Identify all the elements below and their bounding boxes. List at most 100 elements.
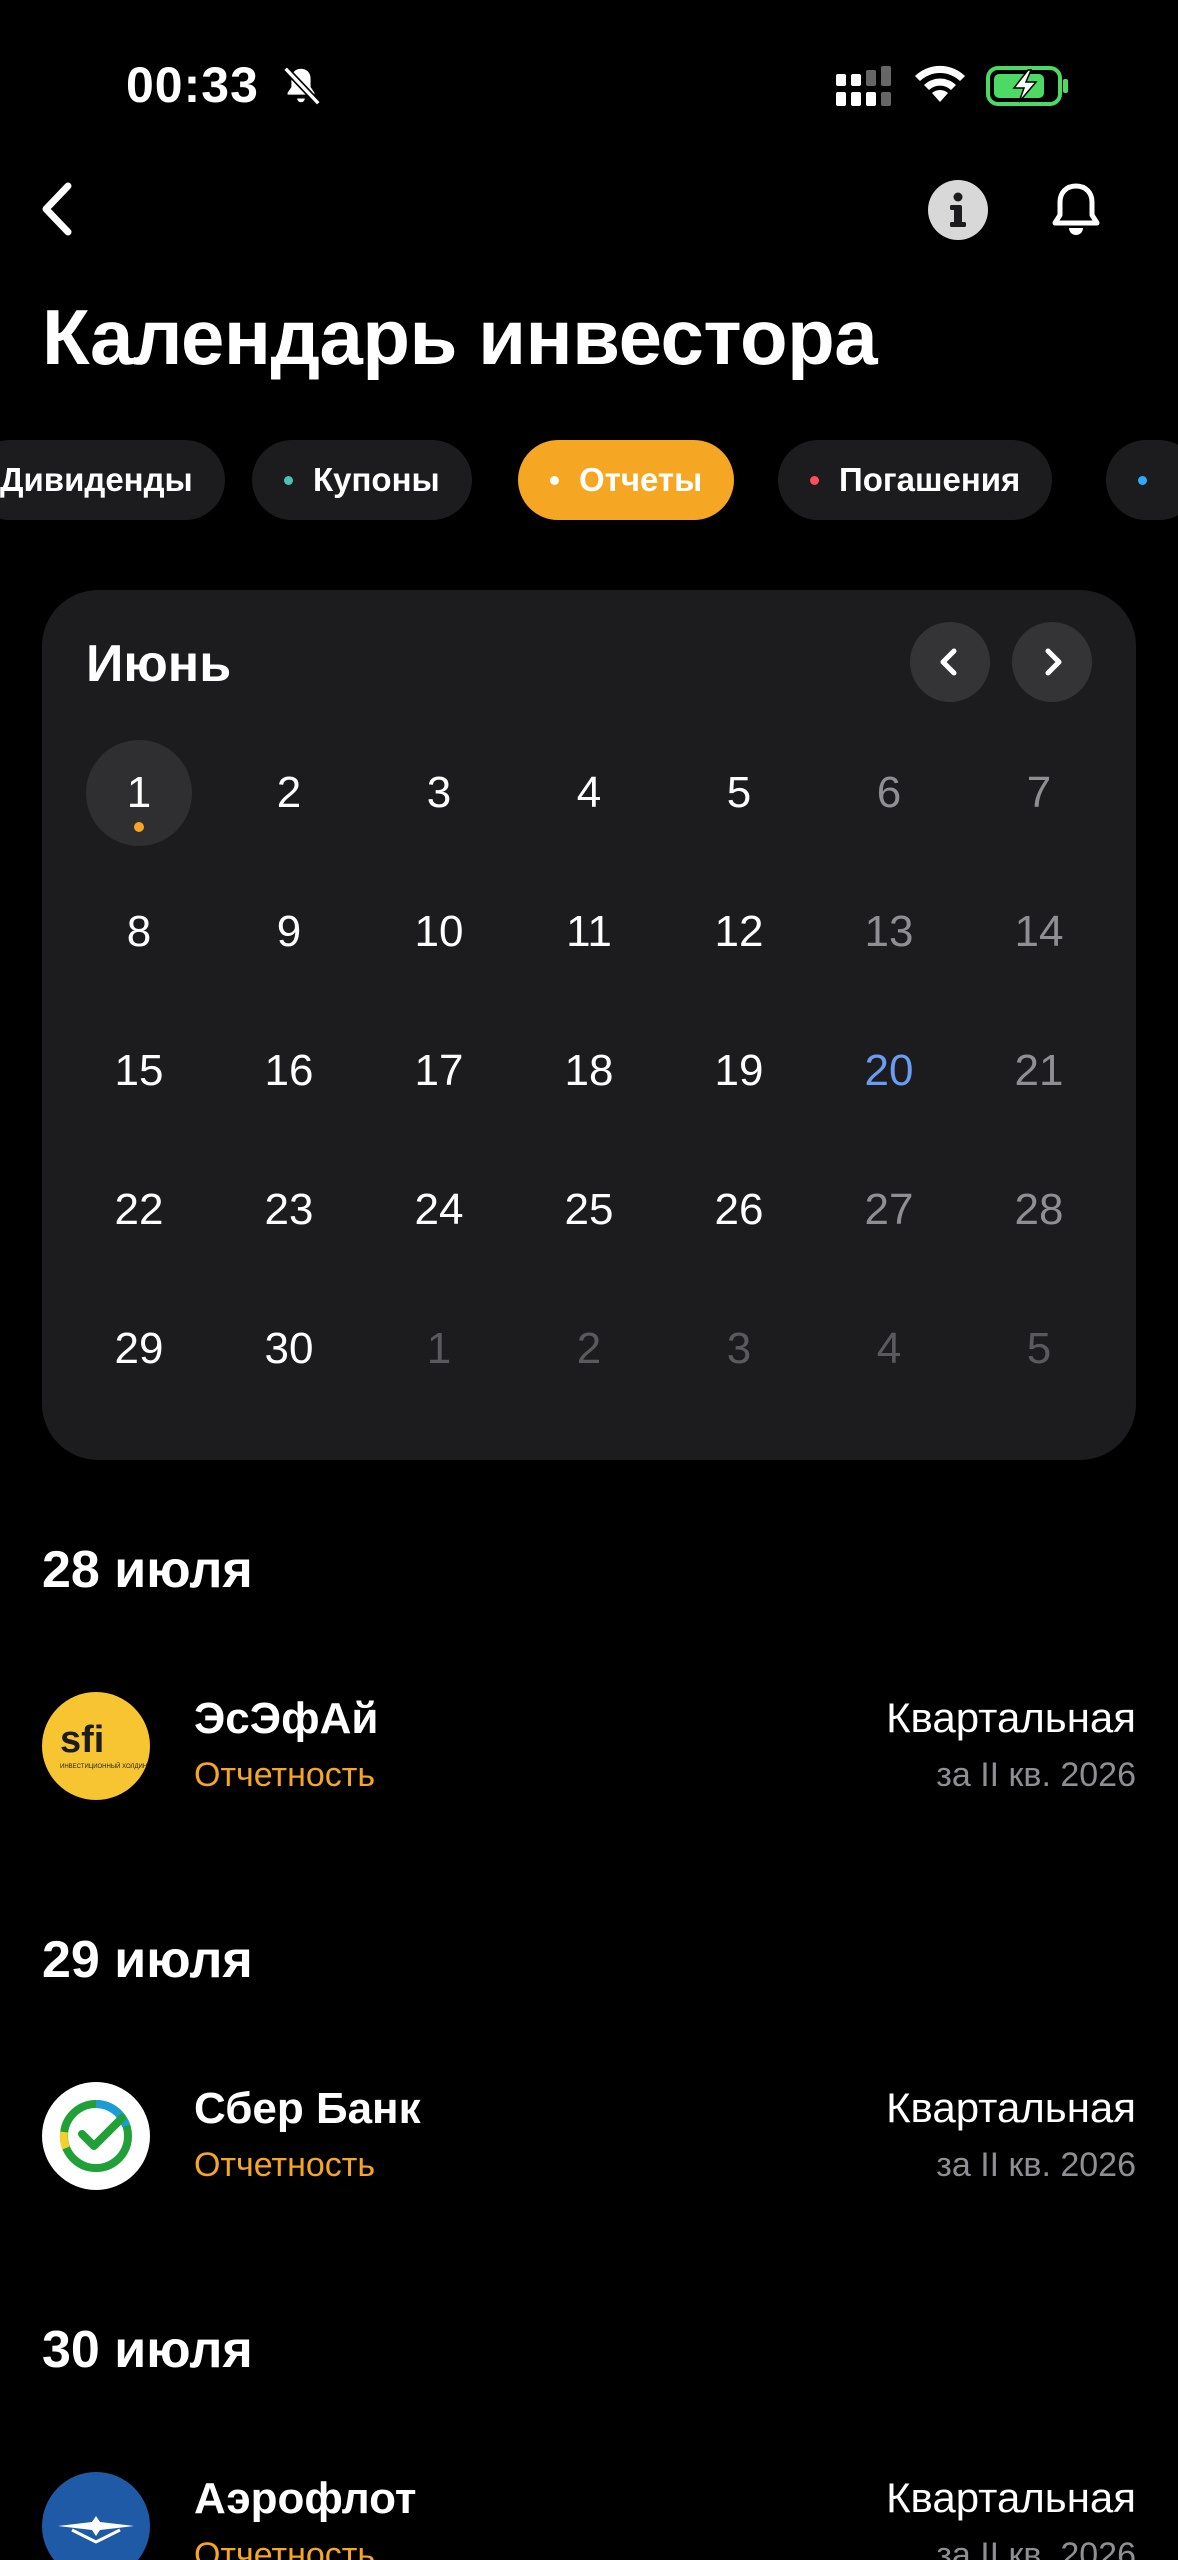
calendar-day-number: 12 (714, 907, 764, 956)
svg-text:ИНВЕСТИЦИОННЫЙ ХОЛДИНГ: ИНВЕСТИЦИОННЫЙ ХОЛДИНГ (60, 1762, 150, 1770)
calendar-day[interactable]: 2 (236, 740, 342, 846)
next-month-button[interactable] (1012, 622, 1092, 702)
calendar-day-number: 9 (276, 907, 302, 956)
calendar-day-number: 25 (564, 1185, 614, 1234)
calendar-day[interactable]: 23 (236, 1157, 342, 1263)
calendar-day-number: 19 (714, 1046, 764, 1095)
calendar-day[interactable]: 29 (86, 1296, 192, 1402)
report-period: за II кв. 2026 (936, 1756, 1136, 1794)
filter-chip-redemptions[interactable]: Погашения (778, 440, 1053, 520)
calendar-day[interactable]: 22 (86, 1157, 192, 1263)
event-row[interactable]: sfi ИНВЕСТИЦИОННЫЙ ХОЛДИНГ ЭсЭфАй Отчетн… (42, 1692, 1136, 1812)
notifications-bell-icon[interactable] (1044, 178, 1108, 242)
date-header: 30 июля (42, 2321, 253, 2379)
calendar-day[interactable]: 8 (86, 879, 192, 985)
calendar-day[interactable]: 7 (986, 740, 1092, 846)
calendar-day-number: 1 (126, 768, 152, 817)
calendar-day-number: 11 (566, 907, 612, 956)
reports-dot-icon (550, 475, 559, 485)
calendar-day-number: 5 (726, 768, 752, 817)
company-name: ЭсЭфАй (194, 1694, 379, 1743)
calendar-day-number: 4 (576, 768, 602, 817)
calendar-day[interactable]: 5 (986, 1296, 1092, 1402)
report-period: за II кв. 2026 (936, 2146, 1136, 2184)
calendar-day[interactable]: 1 (386, 1296, 492, 1402)
calendar-day[interactable]: 11 (536, 879, 642, 985)
date-header: 28 июля (42, 1541, 253, 1599)
event-row[interactable]: Сбер Банк Отчетность Квартальная за II к… (42, 2082, 1136, 2202)
calendar-day-number: 8 (126, 907, 152, 956)
calendar-day[interactable]: 19 (686, 1018, 792, 1124)
calendar-day[interactable]: 20 (836, 1018, 942, 1124)
calendar-day-number: 3 (726, 1324, 752, 1373)
cellular-signal-icon (836, 66, 891, 106)
aeroflot-logo-mark (58, 2516, 134, 2544)
report-kind: Квартальная (886, 2474, 1136, 2521)
calendar-day[interactable]: 1 (86, 740, 192, 846)
calendar-day[interactable]: 17 (386, 1018, 492, 1124)
calendar-day[interactable]: 15 (86, 1018, 192, 1124)
company-name: Аэрофлот (194, 2474, 417, 2523)
calendar-day[interactable]: 2 (536, 1296, 642, 1402)
status-time: 00:33 (126, 57, 259, 113)
calendar-day[interactable]: 30 (236, 1296, 342, 1402)
calendar-day[interactable]: 10 (386, 879, 492, 985)
calendar-day-number: 27 (864, 1185, 914, 1234)
calendar-day[interactable]: 24 (386, 1157, 492, 1263)
month-label: Июнь (86, 635, 232, 693)
calendar-day[interactable]: 14 (986, 879, 1092, 985)
chip-label: Погашения (839, 461, 1021, 498)
calendar-day-number: 29 (114, 1324, 164, 1373)
calendar-day-number: 3 (426, 768, 452, 817)
calendar-day-number: 13 (864, 907, 914, 956)
report-kind: Квартальная (886, 1694, 1136, 1741)
calendar-day[interactable]: 13 (836, 879, 942, 985)
calendar-day[interactable]: 6 (836, 740, 942, 846)
chip-label: Отчеты (579, 461, 703, 498)
sber-logo (42, 2082, 150, 2190)
calendar-day[interactable]: 12 (686, 879, 792, 985)
filter-chip-dividends[interactable]: Дивиденды (0, 440, 225, 520)
filter-chip-more[interactable] (1106, 440, 1178, 520)
calendar-day[interactable]: 28 (986, 1157, 1092, 1263)
calendar-day[interactable]: 4 (536, 740, 642, 846)
calendar-day[interactable]: 5 (686, 740, 792, 846)
calendar-day[interactable]: 27 (836, 1157, 942, 1263)
sber-logo-mark (59, 2100, 132, 2172)
calendar-day[interactable]: 18 (536, 1018, 642, 1124)
calendar-card: Июнь 1 2 3 4 5 6 7 8 9 10 11 12 13 14 15 16 17 18 19 20 21 22… (42, 590, 1136, 1460)
event-row[interactable]: Аэрофлот Отчетность Квартальная за II кв… (42, 2472, 1136, 2560)
calendar-day[interactable]: 3 (386, 740, 492, 846)
svg-text:sfi: sfi (60, 1719, 104, 1761)
calendar-day[interactable]: 21 (986, 1018, 1092, 1124)
aeroflot-logo (42, 2472, 150, 2560)
event-type: Отчетность (194, 2146, 376, 2184)
info-button[interactable] (928, 180, 988, 240)
calendar-day[interactable]: 16 (236, 1018, 342, 1124)
redemptions-dot-icon (810, 475, 819, 485)
calendar-day-number: 15 (114, 1046, 164, 1095)
status-bar: 00:33 (0, 0, 1178, 170)
calendar-day[interactable]: 9 (236, 879, 342, 985)
bell-slash-icon (283, 66, 321, 106)
filter-chip-reports[interactable]: Отчеты (518, 440, 735, 520)
event-type: Отчетность (194, 1756, 376, 1794)
calendar-day-number: 10 (414, 907, 464, 956)
back-button[interactable] (30, 178, 90, 240)
filter-chip-coupons[interactable]: Купоны (252, 440, 472, 520)
calendar-day-number: 23 (264, 1185, 314, 1234)
calendar-day-number: 1 (426, 1324, 452, 1373)
calendar-day-number: 16 (264, 1046, 314, 1095)
calendar-day[interactable]: 4 (836, 1296, 942, 1402)
calendar-day[interactable]: 26 (686, 1157, 792, 1263)
previous-month-button[interactable] (910, 622, 990, 702)
calendar-day[interactable]: 25 (536, 1157, 642, 1263)
sfi-logo-mark: sfi ИНВЕСТИЦИОННЫЙ ХОЛДИНГ (60, 1719, 150, 1770)
calendar-day-number: 7 (1026, 768, 1052, 817)
coupons-dot-icon (284, 475, 293, 485)
calendar-day[interactable]: 3 (686, 1296, 792, 1402)
battery-charging-icon (986, 66, 1068, 106)
event-type: Отчетность (194, 2536, 376, 2560)
event-dot-icon (134, 822, 144, 832)
sfi-logo: sfi ИНВЕСТИЦИОННЫЙ ХОЛДИНГ (42, 1692, 150, 1800)
